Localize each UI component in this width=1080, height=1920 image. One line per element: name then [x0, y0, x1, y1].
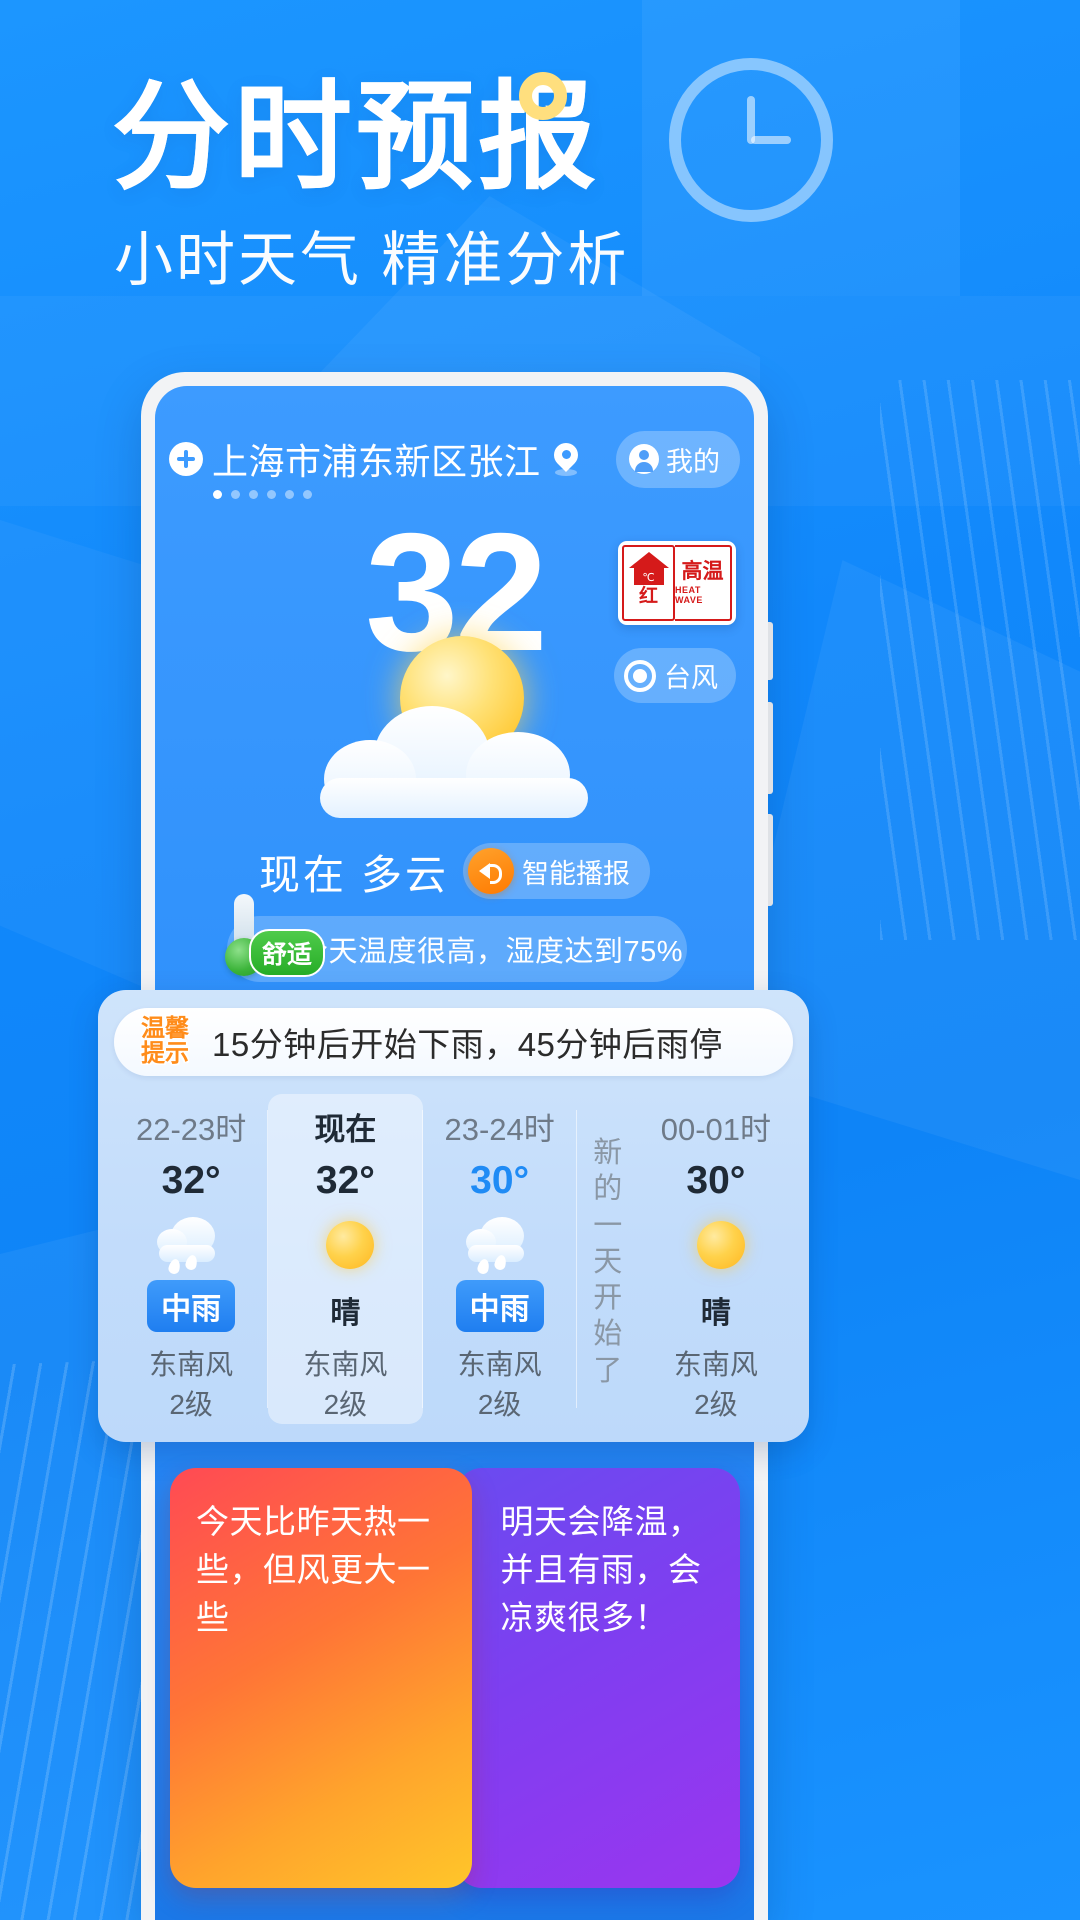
comparison-cards: 今天比昨天热一些，但风更大一些 明天会降温，并且有雨，会凉爽很多！ — [170, 1468, 740, 1920]
page-dot[interactable] — [267, 490, 276, 499]
hour-wind-dir: 东南风 — [457, 1349, 542, 1381]
current-condition-row: 现在 多云 智能播报 — [155, 841, 754, 901]
new-day-char: 开 — [593, 1282, 623, 1315]
mine-button[interactable]: 我的 — [616, 430, 740, 488]
page-dot[interactable] — [213, 490, 222, 499]
comfort-bar[interactable]: 舒适 今天温度很高，湿度达到75% — [225, 894, 687, 982]
comfort-text: 今天温度很高，湿度达到75% — [299, 936, 684, 968]
tip-text: 15分钟后开始下雨，45分钟后雨停 — [212, 1026, 723, 1063]
hour-condition: 晴 — [700, 1297, 731, 1331]
page-dot[interactable] — [285, 490, 294, 499]
today-comparison-card[interactable]: 今天比昨天热一些，但风更大一些 — [170, 1468, 473, 1888]
new-day-char: 新 — [593, 1137, 623, 1170]
hourly-column[interactable]: 23-24时 30° 中雨 东南风 2级 — [423, 1094, 578, 1424]
location-bar: 上海市浦东新区张江 我的 — [155, 428, 754, 490]
hourly-column[interactable]: 00-01时 30° 晴 东南风 2级 — [639, 1094, 793, 1424]
hour-wind-dir: 东南风 — [303, 1349, 388, 1381]
current-condition: 多云 — [361, 852, 449, 898]
new-day-divider: 新 的 一 天 开 始 了 — [577, 1094, 639, 1424]
sun-icon — [307, 1215, 383, 1276]
hour-temp: 32° — [315, 1159, 375, 1202]
phone-button-volume-down — [768, 814, 773, 906]
tip-badge: 温馨 提示 — [134, 1014, 196, 1070]
new-day-char: 始 — [593, 1318, 623, 1351]
hourly-column[interactable]: 22-23时 32° 中雨 东南风 2级 — [114, 1094, 269, 1424]
hourly-column-now[interactable]: 现在 32° 晴 东南风 2级 — [268, 1094, 423, 1424]
sun-behind-cloud-icon — [320, 636, 588, 826]
heat-wave-title-block: 高温 HEAT WAVE — [675, 545, 732, 621]
speaker-icon — [468, 848, 514, 894]
hour-condition: 中雨 — [455, 1280, 544, 1333]
tomorrow-comparison-card[interactable]: 明天会降温，并且有雨，会凉爽很多！ — [456, 1468, 740, 1888]
hour-wind-level: 2级 — [477, 1389, 522, 1421]
comfort-badge: 舒适 — [249, 929, 326, 977]
location-name[interactable]: 上海市浦东新区张江 — [212, 433, 541, 485]
sun-icon — [678, 1215, 754, 1276]
background-line-texture-right — [880, 380, 1080, 940]
new-day-char: 一 — [593, 1209, 623, 1242]
clock-icon — [669, 58, 833, 222]
new-day-char: 天 — [593, 1245, 623, 1278]
new-day-char: 的 — [593, 1173, 623, 1206]
new-day-char: 了 — [593, 1354, 623, 1387]
house-body-icon: ℃ — [633, 568, 664, 585]
typhoon-warning-badge[interactable]: 台风 — [614, 648, 736, 703]
mine-button-label: 我的 — [666, 446, 720, 477]
hour-wind-dir: 东南风 — [149, 1349, 234, 1381]
hour-temp: 32° — [161, 1159, 221, 1202]
hour-wind-level: 2级 — [323, 1389, 368, 1421]
smart-broadcast-label: 智能播报 — [522, 858, 630, 889]
heat-wave-level-block: ℃ 红 — [622, 545, 675, 621]
rain-cloud-icon — [462, 1215, 538, 1276]
page-subtitle: 小时天气 精准分析 — [114, 227, 630, 293]
hour-time: 23-24时 — [444, 1112, 555, 1147]
celsius-unit: ℃ — [642, 572, 655, 584]
hour-time: 22-23时 — [135, 1112, 247, 1147]
hourly-forecast-card: 温馨 提示 15分钟后开始下雨，45分钟后雨停 22-23时 32° 中雨 东南… — [98, 990, 809, 1442]
page-dot[interactable] — [249, 490, 258, 499]
hour-temp: 30° — [470, 1159, 530, 1202]
hour-temp: 30° — [686, 1159, 746, 1202]
now-label: 现在 — [259, 852, 347, 898]
today-comparison-text: 今天比昨天热一些，但风更大一些 — [196, 1503, 431, 1636]
hour-wind-dir: 东南风 — [673, 1349, 758, 1381]
house-roof-icon — [628, 552, 669, 568]
heat-wave-warning-badge[interactable]: ℃ 红 高温 HEAT WAVE — [618, 541, 736, 625]
heat-wave-title-en: HEAT WAVE — [675, 585, 703, 605]
typhoon-icon — [624, 659, 656, 692]
hour-time: 现在 — [314, 1112, 377, 1147]
heat-wave-level: 红 — [638, 586, 658, 607]
hourly-columns: 22-23时 32° 中雨 东南风 2级 现在 32° 晴 东南风 2级 23-… — [114, 1094, 793, 1424]
plus-circle-icon[interactable] — [169, 442, 203, 476]
hour-condition: 中雨 — [147, 1280, 236, 1333]
phone-button-volume-up — [768, 702, 773, 794]
user-avatar-icon — [629, 444, 659, 474]
hour-condition: 晴 — [330, 1297, 361, 1331]
tomorrow-comparison-text: 明天会降温，并且有雨，会凉爽很多！ — [500, 1503, 702, 1636]
hour-time: 00-01时 — [660, 1112, 772, 1147]
tip-badge-line2: 提示 — [141, 1040, 189, 1067]
hour-wind-level: 2级 — [169, 1389, 213, 1421]
hour-wind-level: 2级 — [694, 1389, 738, 1421]
phone-button-silent — [768, 622, 773, 680]
page-dot[interactable] — [303, 490, 312, 499]
typhoon-label: 台风 — [664, 663, 718, 693]
page-dot[interactable] — [231, 490, 240, 499]
location-pin-icon[interactable] — [548, 438, 583, 476]
header: 分时预报 小时天气 精准分析 — [0, 0, 1080, 360]
tip-bar[interactable]: 温馨 提示 15分钟后开始下雨，45分钟后雨停 — [114, 1008, 793, 1076]
tip-badge-line1: 温馨 — [141, 1015, 189, 1043]
smart-broadcast-button[interactable]: 智能播报 — [463, 843, 650, 899]
heat-wave-title-cn: 高温 — [681, 560, 724, 583]
degree-accent-icon — [519, 72, 567, 120]
rain-cloud-icon — [153, 1215, 229, 1276]
page-dots[interactable] — [213, 490, 312, 499]
